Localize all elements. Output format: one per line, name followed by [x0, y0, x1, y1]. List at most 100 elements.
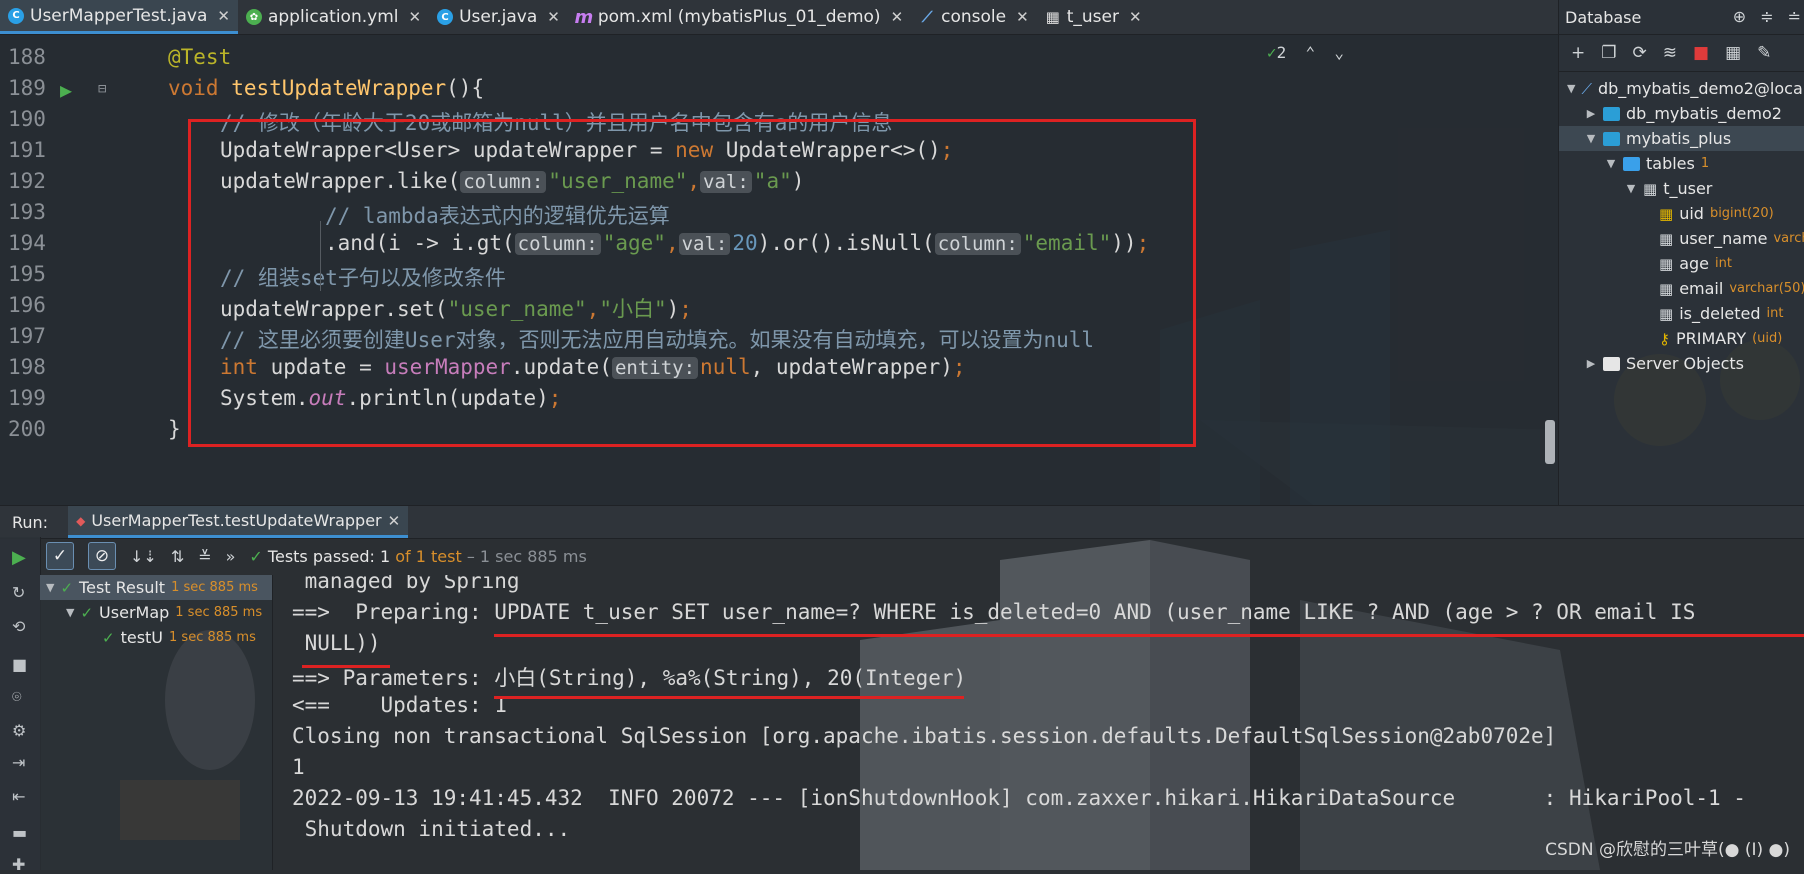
- settings-icon[interactable]: ⚙: [12, 721, 26, 740]
- test-node-class[interactable]: ▼ ✓ UserMap 1 sec 885 ms: [40, 600, 272, 625]
- camera-icon[interactable]: ⌾: [12, 687, 22, 707]
- tree-node-schema[interactable]: ▶ db_mybatis_demo2: [1559, 101, 1804, 126]
- editor-tab-bar: C UserMapperTest.java ✕ ✿ application.ym…: [0, 0, 1558, 35]
- fold-icon[interactable]: ⊟: [98, 81, 106, 97]
- tree-node-label: age: [1679, 254, 1709, 273]
- sort-duration-icon[interactable]: ⇅: [171, 547, 184, 566]
- console-line: ==> Preparing: UPDATE t_user SET user_na…: [292, 600, 1696, 624]
- close-icon[interactable]: ✕: [408, 8, 421, 26]
- pin-icon[interactable]: ✚: [12, 855, 25, 874]
- sql-underline: [494, 634, 1804, 637]
- test-toolbar: ✓ ⊘ ↓⇣ ⇅ ≚ » ✓ Tests passed: 1 of 1 test…: [40, 537, 1804, 575]
- crosshair-icon[interactable]: ⊕: [1733, 7, 1746, 26]
- tab-pom-xml[interactable]: m pom.xml (mybatisPlus_01_demo) ✕: [568, 0, 911, 34]
- inspection-widget[interactable]: ✓2 ⌃ ⌄: [1267, 43, 1344, 62]
- tree-node-tables[interactable]: ▼ tables 1: [1559, 151, 1804, 176]
- layout-icon[interactable]: ▬: [12, 823, 27, 842]
- more-icon[interactable]: »: [226, 547, 236, 566]
- add-icon[interactable]: +: [1571, 43, 1585, 63]
- chevron-right-icon[interactable]: ▶: [1585, 107, 1597, 120]
- rerun-icon[interactable]: ▶: [12, 547, 26, 568]
- chevron-down-icon[interactable]: ▼: [1585, 132, 1597, 145]
- tab-label: console: [941, 7, 1007, 27]
- tree-node-schema[interactable]: ▼ mybatis_plus: [1559, 126, 1804, 151]
- console-icon: ⟋: [921, 8, 933, 26]
- schema-icon[interactable]: ≋: [1663, 43, 1677, 63]
- watermark-text: CSDN @欣慰的三叶草(● (I) ●): [1545, 840, 1790, 860]
- show-ignored-button[interactable]: ⊘: [88, 542, 116, 570]
- console-line: <== Updates: 1: [292, 693, 507, 717]
- tree-node-connection[interactable]: ▼ ⟋ db_mybatis_demo2@localhost: [1559, 76, 1804, 101]
- stop-icon[interactable]: ■: [12, 655, 27, 674]
- expand-icon[interactable]: ≚: [198, 547, 211, 566]
- editor-scrollbar[interactable]: [1545, 420, 1555, 464]
- run-tab[interactable]: ◆ UserMapperTest.testUpdateWrapper ✕: [68, 506, 409, 538]
- chevron-down-icon[interactable]: ▼: [66, 606, 74, 619]
- test-node-label: Test Result: [79, 578, 166, 597]
- close-icon[interactable]: ✕: [891, 8, 904, 26]
- close-icon[interactable]: ✕: [547, 8, 560, 26]
- test-node-root[interactable]: ▼ ✓ Test Result 1 sec 885 ms: [40, 575, 272, 600]
- table-view-icon[interactable]: ▦: [1725, 43, 1741, 63]
- close-icon[interactable]: ✕: [217, 7, 230, 25]
- tree-node-column[interactable]: ▦ user_name varchar(30): [1559, 226, 1804, 251]
- chevron-down-icon[interactable]: ▼: [1605, 157, 1617, 170]
- console-line: 1: [292, 755, 305, 779]
- tab-usermappertest[interactable]: C UserMapperTest.java ✕: [0, 0, 238, 34]
- panel-title: Database: [1565, 7, 1642, 27]
- tab-user-java[interactable]: C User.java ✕: [429, 0, 568, 34]
- schema-icon: [1603, 106, 1620, 121]
- column-icon: ▦: [1659, 229, 1674, 248]
- tab-label: User.java: [459, 7, 538, 27]
- run-test-icon[interactable]: ▶: [60, 78, 72, 102]
- chevron-right-icon[interactable]: ▶: [1585, 357, 1597, 370]
- params-underline: [494, 696, 964, 699]
- close-icon[interactable]: ✕: [1016, 8, 1029, 26]
- console-line: 2022-09-13 19:41:45.432 INFO 20072 --- […: [292, 786, 1746, 810]
- highlight-box: [188, 119, 1196, 447]
- copy-icon[interactable]: ❐: [1601, 43, 1616, 63]
- tree-node-server-objects[interactable]: ▶ Server Objects: [1559, 351, 1804, 376]
- export-icon[interactable]: ⇥: [12, 753, 25, 772]
- chevron-down-icon[interactable]: ▼: [1625, 182, 1637, 195]
- toggle-auto-test-icon[interactable]: ⟲: [12, 617, 25, 636]
- rerun-failed-icon[interactable]: ↻: [12, 583, 25, 602]
- close-icon[interactable]: ✕: [388, 512, 401, 530]
- close-icon[interactable]: ✕: [1129, 8, 1142, 26]
- tab-application-yml[interactable]: ✿ application.yml ✕: [238, 0, 429, 34]
- tree-node-label: user_name: [1679, 229, 1768, 248]
- tree-node-table[interactable]: ▼ ▦ t_user: [1559, 176, 1804, 201]
- line-number: 196: [8, 293, 46, 317]
- sort-alpha-icon[interactable]: ↓⇣: [130, 547, 157, 566]
- tree-node-column[interactable]: ▦ age int: [1559, 251, 1804, 276]
- test-results-tree: ▼ ✓ Test Result 1 sec 885 ms ▼ ✓ UserMap 1 sec…: [40, 575, 273, 870]
- chevron-down-icon[interactable]: ▼: [46, 581, 54, 594]
- tree-node-label: t_user: [1663, 179, 1713, 198]
- expand-all-icon[interactable]: ≑: [1760, 7, 1773, 26]
- tab-console[interactable]: ⟋ console ✕: [911, 0, 1037, 34]
- code-editor[interactable]: ✓2 ⌃ ⌄ 188 189 190 191 192 193 194 195 1…: [0, 35, 1558, 505]
- collapse-all-icon[interactable]: ≐: [1788, 7, 1801, 26]
- database-panel: Database ⊕ ≑ ≐ + ❐ ⟳ ≋ ■ ▦ ✎ ▼ ⟋ db_mybati…: [1558, 0, 1804, 505]
- import-icon[interactable]: ⇤: [12, 787, 25, 806]
- chevron-down-icon[interactable]: ▼: [1567, 82, 1575, 95]
- test-config-icon: ◆: [76, 513, 86, 528]
- show-passed-button[interactable]: ✓: [46, 542, 74, 570]
- console-line: NULL)): [292, 631, 381, 655]
- run-label: Run:: [12, 512, 49, 532]
- stop-icon[interactable]: ■: [1693, 43, 1709, 63]
- tree-node-column[interactable]: ▦ is_deleted int: [1559, 301, 1804, 326]
- tree-node-label: Server Objects: [1626, 354, 1744, 373]
- code-line-189: void testUpdateWrapper(){: [168, 76, 484, 100]
- test-node-method[interactable]: ✓ testU 1 sec 885 ms: [40, 625, 272, 650]
- tree-node-column[interactable]: ▦ uid bigint(20): [1559, 201, 1804, 226]
- tab-t-user[interactable]: ▦ t_user ✕: [1037, 0, 1150, 34]
- tab-label: pom.xml (mybatisPlus_01_demo): [597, 7, 881, 27]
- method-name-token: testUpdateWrapper: [231, 76, 447, 100]
- refresh-icon[interactable]: ⟳: [1633, 43, 1647, 63]
- console-output[interactable]: managed by Spring ==> Preparing: UPDATE …: [272, 575, 1804, 870]
- console-line: managed by Spring: [292, 575, 520, 593]
- tree-node-column[interactable]: ▦ email varchar(50): [1559, 276, 1804, 301]
- tree-node-index[interactable]: ⚷ PRIMARY (uid): [1559, 326, 1804, 351]
- edit-icon[interactable]: ✎: [1757, 43, 1771, 63]
